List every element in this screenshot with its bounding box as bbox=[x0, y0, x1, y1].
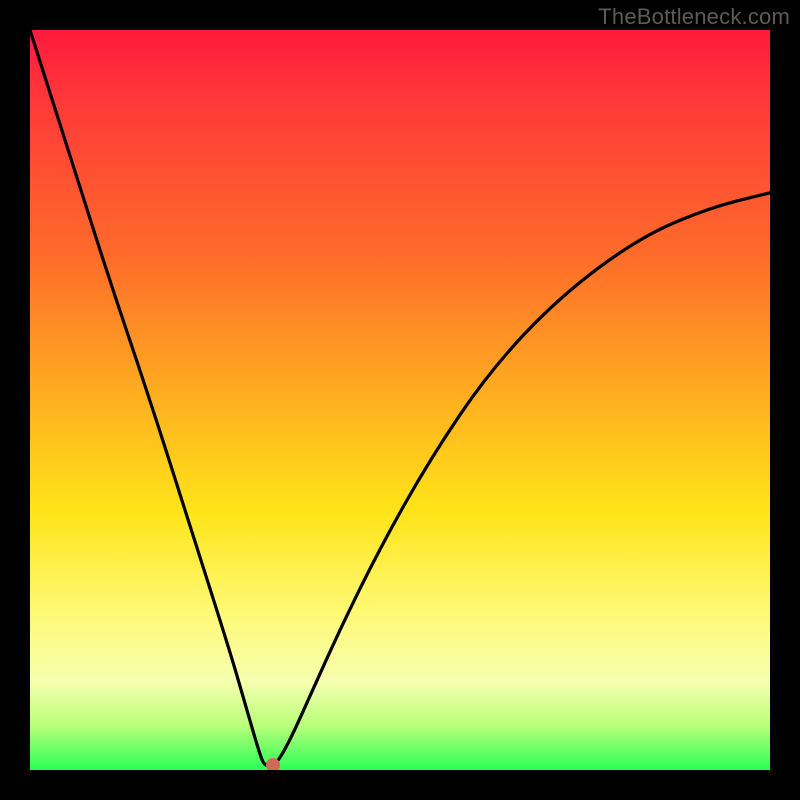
chart-frame: TheBottleneck.com bbox=[0, 0, 800, 800]
watermark-text: TheBottleneck.com bbox=[598, 4, 790, 30]
plot-area bbox=[30, 30, 770, 770]
optimal-point-marker bbox=[266, 758, 280, 770]
bottleneck-curve bbox=[30, 30, 770, 770]
